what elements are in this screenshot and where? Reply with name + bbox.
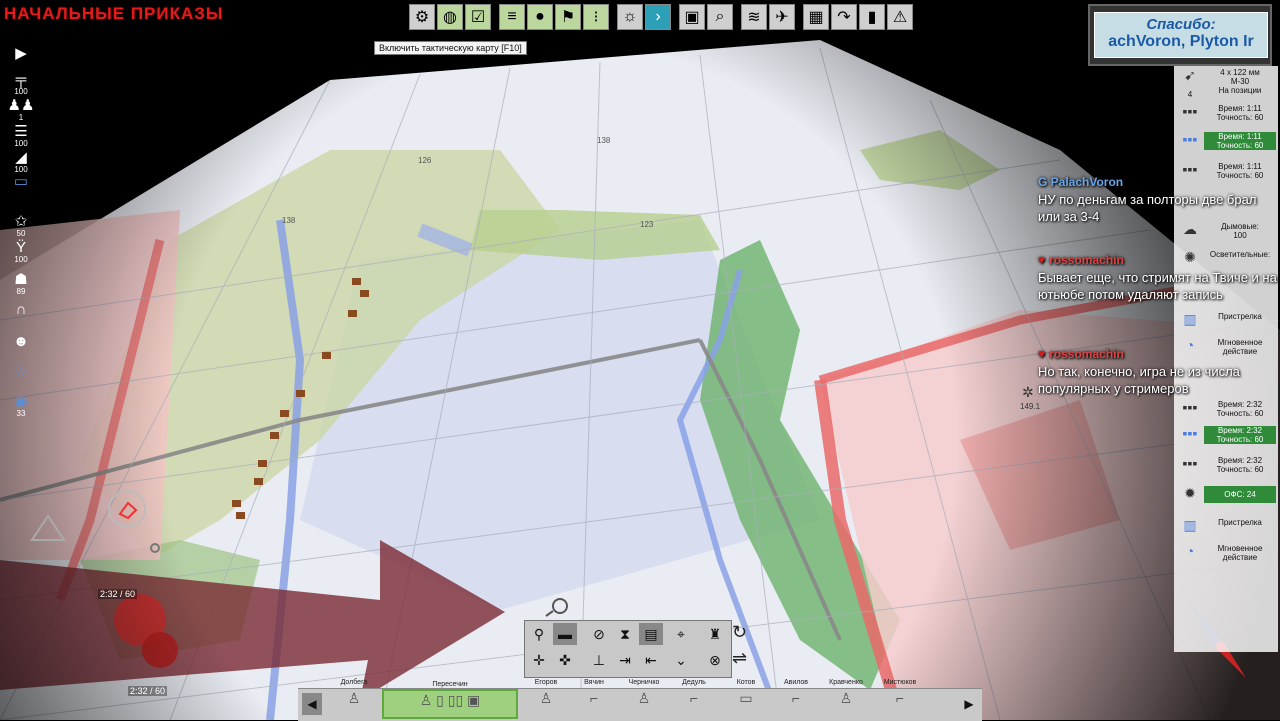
height-label: 138 (597, 136, 611, 145)
lock-icon: ∩ (15, 301, 27, 318)
thanks-banner: Спасибо: achVoron, Plyton Ir (1088, 4, 1272, 66)
chat-message: G PalachVoron НУ по деньгам за полторы д… (1038, 174, 1278, 225)
chat-user: G PalachVoron (1038, 175, 1124, 189)
height-label: 138 (282, 216, 296, 225)
exit-icon[interactable]: ⇤ (639, 649, 663, 671)
scroll-left-button[interactable]: ◀ (302, 693, 322, 715)
badge-icon: Ÿ 100 (14, 239, 28, 264)
gun-icon: ⌐ (589, 690, 599, 706)
rifle-icon: ╤ 100 (14, 71, 28, 96)
height-label: 126 (418, 156, 432, 165)
soldier-icon: ♙ (637, 690, 651, 706)
helicopter-icon[interactable]: ✈ (769, 4, 795, 30)
list-icon[interactable]: ≡ (499, 4, 525, 30)
swap-icon[interactable]: ⇌ (732, 648, 747, 669)
unit-card[interactable]: Авилов ⌐ (774, 679, 818, 719)
unit-card[interactable]: Дедуль ⌐ (672, 679, 716, 719)
check-icon[interactable]: ☑ (465, 4, 491, 30)
star-icon: ✩ 50 (14, 213, 28, 238)
vehicle-icon: ▭ (13, 173, 29, 190)
scroll-right-button[interactable]: ▶ (960, 693, 978, 715)
cancel-icon[interactable]: ⊘ (587, 623, 611, 645)
hide-icon[interactable]: ⊗ (703, 649, 727, 671)
gear-marker-icon: ✲ (1022, 384, 1034, 400)
unit-card[interactable]: Кравченко ♙ (824, 679, 868, 719)
soldier-icon: ♙ ▯ ▯▯ ▣ (419, 692, 481, 708)
warning-icon[interactable]: ⚠ (887, 4, 913, 30)
soldiers-icon: ♟♟ 1 (7, 97, 35, 122)
soldier-icon: ♙ (539, 690, 553, 706)
chat-message: ♥ rossomachin Но так, конечно, игра не из… (1038, 346, 1278, 397)
expand-arrow-icon[interactable]: ▶ (6, 46, 36, 61)
height-label: 123 (640, 220, 654, 229)
enter-icon[interactable]: ⇥ (613, 649, 637, 671)
chat-text: Бывает еще, что стримят на Твиче и на ют… (1038, 270, 1277, 302)
chevron-down-icon[interactable]: ⌄ (669, 649, 693, 671)
deploy-icon[interactable]: ⊥ (587, 649, 611, 671)
stats-icon[interactable]: ▮ (859, 4, 885, 30)
tank-icon[interactable]: ▤ (639, 623, 663, 645)
wait-icon[interactable]: ⧗ (613, 623, 637, 645)
unit-dock: ◀ Долбега ♙ Пересечин ♙ ▯ ▯▯ ▣ Егоров ♙ Вяч… (298, 679, 982, 721)
orders-panel: ⚲ ▬ ✛ ✜ ⊘ ⧗ ▤ ⌖ ⊥ ⇥ ⇤ ⌄ ♜ ⊗ (524, 620, 732, 678)
chat-message: ♥ rossomachin Бывает еще, что стримят на … (1038, 252, 1278, 303)
globe-icon[interactable]: ◍ (437, 4, 463, 30)
unit-card[interactable]: Долбега ♙ (332, 679, 376, 719)
soldier-icon: ♙ (347, 690, 361, 706)
sneak-icon[interactable]: ✜ (553, 649, 577, 671)
thanks-title: Спасибо: (1146, 16, 1216, 33)
unit-card[interactable]: Черничко ♙ (622, 679, 666, 719)
unit-card[interactable]: Мистюков ⌐ (878, 679, 922, 719)
chess-icon[interactable]: ▦ (803, 4, 829, 30)
film-icon[interactable]: ▣ (679, 4, 705, 30)
fast-move-icon[interactable]: ▬ (553, 623, 577, 645)
unit-card[interactable]: Вячин ⌐ (572, 679, 616, 719)
dots-icon[interactable]: ⁝ (583, 4, 609, 30)
chat-text: НУ по деньгам за полторы две брал или за… (1038, 192, 1257, 224)
runner-icon: ☗ 89 (14, 271, 28, 296)
tooltip: Включить тактическую карту [F10] (374, 41, 527, 55)
unit-card-selected[interactable]: Пересечин ♙ ▯ ▯▯ ▣ (382, 681, 518, 719)
assault-icon[interactable]: ✛ (527, 649, 551, 671)
gun-icon: ⌐ (791, 690, 801, 706)
head-icon: ☻ (13, 333, 29, 350)
top-toolbar: ⚙ ◍ ☑ ≡ ● ⚑ ⁝ ☼ › ▣ ⌕ ≋ ✈ ▦ ↷ ▮ ⚠ (409, 4, 913, 32)
page-title: НАЧАЛЬНЫЕ ПРИКАЗЫ (4, 4, 224, 23)
chat-source-icon: G (1038, 175, 1051, 189)
unit-timer: 2:32 / 60 (98, 589, 138, 599)
fuel-icon: ◢ 100 (14, 149, 28, 174)
redo-icon[interactable]: ↷ (831, 4, 857, 30)
rotate-icon[interactable]: ↻ (732, 622, 747, 643)
flag-icon[interactable]: ⚑ (555, 4, 581, 30)
sun-icon[interactable]: ☼ (617, 4, 643, 30)
soldier-icon: ♙ (839, 690, 853, 706)
heart-icon: ♥ (1038, 253, 1046, 267)
bottle-icon[interactable]: ♜ (703, 623, 727, 645)
medal-icon: ☆ (14, 363, 28, 380)
height-label: 149.1 (1020, 402, 1041, 411)
vehicle-icon: ▭ (739, 690, 753, 706)
chat-text: Но так, конечно, игра не из числа популя… (1038, 364, 1240, 396)
gear-icon[interactable]: ⚙ (409, 4, 435, 30)
gun-icon: ⌐ (895, 690, 905, 706)
circle-icon[interactable]: ● (527, 4, 553, 30)
search-icon[interactable]: ⌕ (707, 4, 733, 30)
radio-icon[interactable]: ≋ (741, 4, 767, 30)
chat-user: ♥ rossomachin (1038, 253, 1124, 267)
next-icon[interactable]: › (645, 4, 671, 30)
unit-timer: 2:32 / 60 (128, 686, 168, 696)
unit-card[interactable]: Егоров ♙ (524, 679, 568, 719)
target-icon[interactable]: ⌖ (669, 623, 693, 645)
unit-card[interactable]: Котов ▭ (724, 679, 768, 719)
cannon-icon: ➹ (1184, 67, 1196, 83)
heart-icon: ♥ (1038, 347, 1046, 361)
chat-user: ♥ rossomachin (1038, 347, 1124, 361)
thanks-names: achVoron, Plyton Ir (1108, 33, 1254, 50)
ammo-icon: ☰ 100 (14, 123, 28, 148)
eye-icon: ◉ 33 (14, 393, 28, 418)
gun-icon: ⌐ (689, 690, 699, 706)
move-icon[interactable]: ⚲ (527, 623, 551, 645)
